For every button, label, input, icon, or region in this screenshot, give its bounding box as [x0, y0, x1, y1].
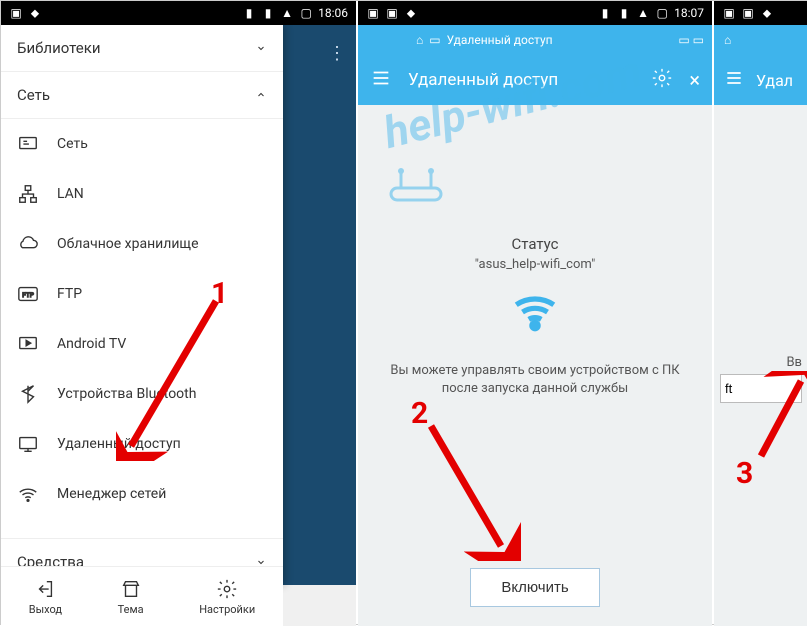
menu-icon[interactable]: [370, 67, 392, 94]
annotation-arrow-2: [421, 421, 521, 561]
app-icon: ▣: [366, 6, 380, 20]
wifi-icon: [505, 286, 565, 336]
app-bar: Удал: [714, 55, 807, 105]
annotation-number-2: 2: [411, 396, 428, 431]
wifi-icon: ▲: [280, 6, 294, 20]
status-time: 18:07: [674, 6, 704, 20]
nav-label: Тема: [118, 603, 144, 616]
chat-icon: ▭: [429, 33, 440, 47]
app-icon: ▣: [9, 6, 23, 20]
cloud-icon: [17, 233, 39, 255]
menu-item-label: LAN: [57, 186, 84, 202]
chevron-up-icon: [255, 89, 267, 101]
recent-tab-bar[interactable]: ⌂ ▭ Удаленный доступ ▭ ▭: [358, 25, 712, 55]
app-icon: ▣: [722, 6, 736, 20]
lan-icon: [17, 183, 39, 205]
menu-item-label: Сеть: [57, 136, 88, 152]
page-title: Удаленный доступ: [408, 70, 635, 90]
section-label: Библиотеки: [17, 39, 100, 57]
content-area: Вв: [714, 105, 807, 626]
network-icon: [17, 133, 39, 155]
section-label: Сеть: [17, 86, 50, 104]
shield-icon: ⬥: [404, 6, 418, 20]
menu-item-label: FTP: [57, 286, 82, 302]
shield-icon: ⬥: [760, 6, 774, 20]
remote-icon: [17, 433, 39, 455]
svg-text:FTP: FTP: [22, 291, 33, 299]
bluetooth-icon: [17, 383, 39, 405]
theme-icon: [120, 578, 142, 600]
exit-icon: [34, 578, 56, 600]
annotation-number-1: 1: [211, 276, 228, 311]
device-name: "asus_help-wifi_com": [368, 257, 702, 272]
battery-icon: ▢: [299, 6, 313, 20]
overflow-icon[interactable]: ⋮: [328, 43, 346, 64]
menu-item-label: Менеджер сетей: [57, 486, 166, 502]
status-bar: ▣ ▣ ⬥: [714, 1, 807, 25]
phone-screenshot-2: ▣ ▣ ⬥ ▮ ▮ ▲ ▢ 18:07 ⌂ ▭ Удаленный доступ…: [358, 1, 712, 626]
nav-label: Настройки: [199, 603, 255, 616]
annotation-arrow-3: [756, 371, 807, 461]
status-time: 18:06: [318, 6, 348, 20]
nav-label: Выход: [29, 603, 62, 616]
ftp-icon: FTP: [17, 283, 39, 305]
page-title: Удал: [756, 71, 793, 90]
section-network[interactable]: Сеть: [1, 72, 283, 119]
signal-icon: ▮: [261, 6, 275, 20]
input-label: Вв: [720, 355, 802, 370]
signal-icon: ▮: [617, 6, 631, 20]
close-icon[interactable]: ×: [689, 68, 700, 92]
nav-theme[interactable]: Тема: [118, 578, 144, 616]
status-bar: ▣ ▣ ⬥ ▮ ▮ ▲ ▢ 18:07: [358, 1, 712, 25]
chevron-down-icon: [255, 42, 267, 54]
wifi-manager-icon: [17, 483, 39, 505]
wifi-icon: ▲: [636, 6, 650, 20]
app-icon: ▣: [741, 6, 755, 20]
tv-icon: [17, 333, 39, 355]
recent-tab-bar[interactable]: ⌂: [714, 25, 807, 55]
section-libraries[interactable]: Библиотеки: [1, 25, 283, 72]
background-panel: ⋮: [283, 25, 356, 585]
enable-button[interactable]: Включить: [470, 568, 600, 607]
battery-icon: ▢: [655, 6, 669, 20]
chat-icon: ▭ ▭: [678, 33, 704, 47]
watermark-router-icon: [386, 166, 446, 206]
shield-icon: ⬥: [28, 6, 42, 20]
menu-item-network-manager[interactable]: Менеджер сетей: [1, 469, 283, 519]
bottom-nav: Выход Тема Настройки: [1, 566, 283, 626]
nav-settings[interactable]: Настройки: [199, 578, 255, 616]
menu-item-label: Облачное хранилище: [57, 236, 199, 252]
home-icon: ⌂: [416, 33, 423, 47]
menu-item-lan[interactable]: LAN: [1, 169, 283, 219]
annotation-arrow-1: [116, 296, 236, 461]
description-text: Вы можете управлять своим устройством с …: [368, 362, 702, 398]
gear-icon[interactable]: [651, 67, 673, 94]
signal-icon: ▮: [242, 6, 256, 20]
menu-item-cloud[interactable]: Облачное хранилище: [1, 219, 283, 269]
signal-icon: ▮: [598, 6, 612, 20]
annotation-number-3: 3: [736, 456, 753, 491]
app-bar: Удаленный доступ ×: [358, 55, 712, 105]
status-heading: Статус: [368, 235, 702, 253]
home-icon: ⌂: [724, 33, 731, 47]
gear-icon: [216, 578, 238, 600]
menu-icon[interactable]: [724, 68, 744, 92]
status-bar: ▣ ⬥ ▮ ▮ ▲ ▢ 18:06: [1, 1, 356, 25]
nav-exit[interactable]: Выход: [29, 578, 62, 616]
menu-item-network[interactable]: Сеть: [1, 119, 283, 169]
tab-label: Удаленный доступ: [447, 33, 553, 47]
phone-screenshot-3: ▣ ▣ ⬥ ⌂ Удал Вв: [714, 1, 807, 626]
app-icon: ▣: [385, 6, 399, 20]
